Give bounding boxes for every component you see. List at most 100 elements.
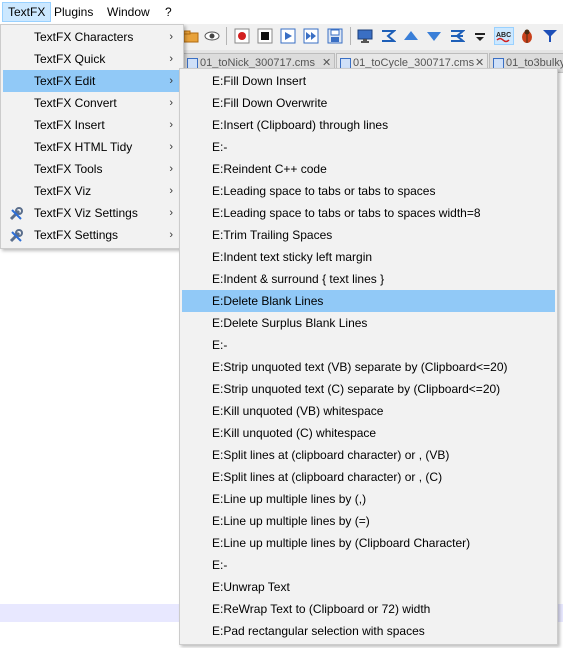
submenu-item[interactable]: E:- xyxy=(182,136,555,158)
dropdown-icon[interactable] xyxy=(472,28,488,44)
submenu-item[interactable]: E:Leading space to tabs or tabs to space… xyxy=(182,202,555,224)
submenu-item[interactable]: E:Indent text sticky left margin xyxy=(182,246,555,268)
submenu-item[interactable]: E:Indent & surround { text lines } xyxy=(182,268,555,290)
menu-item-textfx-tools[interactable]: TextFX Tools › xyxy=(3,158,181,180)
record-macro-icon[interactable] xyxy=(234,28,250,44)
monitor-icon[interactable] xyxy=(357,28,373,44)
submenu-item[interactable]: E:Kill unquoted (VB) whitespace xyxy=(182,400,555,422)
submenu-item-label: E:- xyxy=(212,338,228,352)
menu-item-textfx-viz[interactable]: TextFX Viz › xyxy=(3,180,181,202)
menu-item-label: TextFX Characters xyxy=(34,30,134,44)
textfx-menu: TextFX Characters › TextFX Quick › TextFX Ed… xyxy=(0,24,184,249)
up-arrow-icon[interactable] xyxy=(403,28,419,44)
menu-item-label: TextFX Edit xyxy=(34,74,96,88)
submenu-item-label: E:Delete Blank Lines xyxy=(212,294,324,308)
submenu-item[interactable]: E:Strip unquoted text (VB) separate by (… xyxy=(182,356,555,378)
submenu-item[interactable]: E:Line up multiple lines by (,) xyxy=(182,488,555,510)
submenu-item-label: E:Line up multiple lines by (,) xyxy=(212,492,367,506)
menu-item-textfx-viz-settings[interactable]: TextFX Viz Settings › xyxy=(3,202,181,224)
menubar-textfx[interactable]: TextFX xyxy=(2,2,52,22)
submenu-item-label: E:Fill Down Overwrite xyxy=(212,96,328,110)
submenu-item-label: E:- xyxy=(212,140,228,154)
menu-item-textfx-settings[interactable]: TextFX Settings › xyxy=(3,224,181,246)
chevron-right-icon: › xyxy=(169,97,173,109)
submenu-item[interactable]: E:Fill Down Overwrite xyxy=(182,92,555,114)
submenu-item-label: E:- xyxy=(212,558,228,572)
submenu-item-label: E:ReWrap Text to (Clipboard or 72) width xyxy=(212,602,431,616)
menu-item-label: TextFX Viz xyxy=(34,184,92,198)
down-arrow-icon[interactable] xyxy=(426,28,442,44)
menu-item-textfx-characters[interactable]: TextFX Characters › xyxy=(3,26,181,48)
chevron-right-icon: › xyxy=(169,229,173,241)
svg-text:ABC: ABC xyxy=(496,32,511,39)
submenu-item[interactable]: E:Pad rectangular selection with spaces xyxy=(182,620,555,642)
submenu-item-label: E:Indent & surround { text lines } xyxy=(212,272,385,286)
submenu-item-label: E:Split lines at (clipboard character) o… xyxy=(212,470,443,484)
submenu-item-label: E:Split lines at (clipboard character) o… xyxy=(212,448,450,462)
menu-bar: TextFX Plugins Window ? xyxy=(0,0,563,25)
submenu-item-label: E:Indent text sticky left margin xyxy=(212,250,373,264)
chevron-right-icon: › xyxy=(169,119,173,131)
menubar-window[interactable]: Window xyxy=(102,2,155,22)
run-macro-multiple-icon[interactable] xyxy=(303,28,319,44)
sync-vertical-icon[interactable] xyxy=(380,28,397,44)
menu-item-textfx-html-tidy[interactable]: TextFX HTML Tidy › xyxy=(3,136,181,158)
menubar-help[interactable]: ? xyxy=(160,2,177,22)
chevron-right-icon: › xyxy=(169,31,173,43)
filter-icon[interactable] xyxy=(542,28,558,44)
textfx-edit-submenu: E:Fill Down Insert E:Fill Down Overwrite E… xyxy=(179,68,558,645)
submenu-item-label: E:Trim Trailing Spaces xyxy=(212,228,333,242)
submenu-item-label: E:Kill unquoted (VB) whitespace xyxy=(212,404,384,418)
submenu-item[interactable]: E:Insert (Clipboard) through lines xyxy=(182,114,555,136)
menu-item-textfx-convert[interactable]: TextFX Convert › xyxy=(3,92,181,114)
stop-macro-icon[interactable] xyxy=(257,28,273,44)
submenu-item-label: E:Kill unquoted (C) whitespace xyxy=(212,426,377,440)
submenu-item[interactable]: E:- xyxy=(182,554,555,576)
submenu-item-label: E:Strip unquoted text (VB) separate by (… xyxy=(212,360,508,374)
menu-item-label: TextFX Settings xyxy=(34,228,119,242)
tools-icon xyxy=(9,206,23,221)
folder-icon[interactable] xyxy=(183,28,199,44)
submenu-item[interactable]: E:Split lines at (clipboard character) o… xyxy=(182,444,555,466)
submenu-item[interactable]: E:Line up multiple lines by (=) xyxy=(182,510,555,532)
chevron-right-icon: › xyxy=(169,163,173,175)
submenu-item[interactable]: E:Trim Trailing Spaces xyxy=(182,224,555,246)
submenu-item[interactable]: E:Delete Surplus Blank Lines xyxy=(182,312,555,334)
menu-item-textfx-quick[interactable]: TextFX Quick › xyxy=(3,48,181,70)
submenu-item-label: E:Leading space to tabs or tabs to space… xyxy=(212,184,436,198)
chevron-right-icon: › xyxy=(169,141,173,153)
submenu-item[interactable]: E:Strip unquoted text (C) separate by (C… xyxy=(182,378,555,400)
bug-icon[interactable] xyxy=(519,28,535,44)
submenu-item[interactable]: E:Split lines at (clipboard character) o… xyxy=(182,466,555,488)
submenu-item-label: E:Line up multiple lines by (Clipboard C… xyxy=(212,536,471,550)
save-macro-icon[interactable] xyxy=(327,28,343,44)
menu-item-textfx-edit[interactable]: TextFX Edit › xyxy=(3,70,181,92)
chevron-right-icon: › xyxy=(169,207,173,219)
submenu-item[interactable]: E:Fill Down Insert xyxy=(182,70,555,92)
submenu-item-label: E:Pad rectangular selection with spaces xyxy=(212,624,425,638)
submenu-item-label: E:Leading space to tabs or tabs to space… xyxy=(212,206,481,220)
tools-icon xyxy=(9,228,23,243)
submenu-item[interactable]: E:Delete Blank Lines xyxy=(182,290,555,312)
spellcheck-icon[interactable]: ABC xyxy=(494,27,514,45)
submenu-item[interactable]: E:Reindent C++ code xyxy=(182,158,555,180)
submenu-item[interactable]: E:Unwrap Text xyxy=(182,576,555,598)
submenu-item[interactable]: E:Leading space to tabs or tabs to space… xyxy=(182,180,555,202)
sync-horizontal-icon[interactable] xyxy=(449,28,466,44)
menubar-plugins[interactable]: Plugins xyxy=(49,2,98,22)
chevron-right-icon: › xyxy=(169,75,173,87)
play-macro-icon[interactable] xyxy=(280,28,296,44)
submenu-item[interactable]: E:- xyxy=(182,334,555,356)
menu-item-label: TextFX Quick xyxy=(34,52,106,66)
menu-item-label: TextFX Convert xyxy=(34,96,117,110)
menu-item-label: TextFX Viz Settings xyxy=(34,206,138,220)
submenu-item[interactable]: E:ReWrap Text to (Clipboard or 72) width xyxy=(182,598,555,620)
submenu-item[interactable]: E:Line up multiple lines by (Clipboard C… xyxy=(182,532,555,554)
submenu-item-label: E:Fill Down Insert xyxy=(212,74,307,88)
chevron-right-icon: › xyxy=(169,185,173,197)
submenu-item-label: E:Strip unquoted text (C) separate by (C… xyxy=(212,382,501,396)
eye-icon[interactable] xyxy=(204,28,220,44)
menu-item-textfx-insert[interactable]: TextFX Insert › xyxy=(3,114,181,136)
submenu-item[interactable]: E:Kill unquoted (C) whitespace xyxy=(182,422,555,444)
menu-item-label: TextFX Insert xyxy=(34,118,105,132)
